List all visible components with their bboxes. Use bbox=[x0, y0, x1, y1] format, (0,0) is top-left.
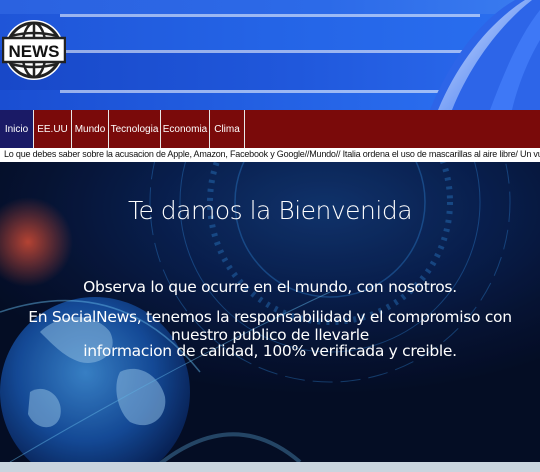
hero-subtitle: Observa lo que ocurre en el mundo, con n… bbox=[83, 278, 457, 296]
tab-eeuu[interactable]: EE.UU bbox=[34, 110, 72, 148]
news-logo[interactable]: NEWS bbox=[2, 2, 66, 98]
logo-text: NEWS bbox=[9, 42, 60, 61]
news-ticker[interactable]: Lo que debes saber sobre la acusacion de… bbox=[0, 148, 540, 162]
main-nav: Inicio EE.UU Mundo Tecnologia Economia C… bbox=[0, 110, 540, 148]
hero-description-line-1: En SocialNews, tenemos la responsabilida… bbox=[28, 308, 512, 344]
tab-tecnologia[interactable]: Tecnologia bbox=[109, 110, 161, 148]
ticker-text: Lo que debes saber sobre la acusacion de… bbox=[4, 149, 540, 159]
tab-clima[interactable]: Clima bbox=[210, 110, 245, 148]
hero-title: Te damos la Bienvenida bbox=[127, 196, 413, 225]
tab-economia[interactable]: Economia bbox=[161, 110, 210, 148]
hero-section: Te damos la Bienvenida Observa lo que oc… bbox=[0, 162, 540, 472]
header-banner: NEWS bbox=[0, 0, 540, 110]
bottom-divider bbox=[0, 462, 540, 472]
header-decoration bbox=[430, 0, 540, 110]
tab-mundo[interactable]: Mundo bbox=[72, 110, 109, 148]
tab-inicio[interactable]: Inicio bbox=[0, 110, 34, 148]
hero-description-line-2: informacion de calidad, 100% verificada … bbox=[83, 342, 457, 360]
